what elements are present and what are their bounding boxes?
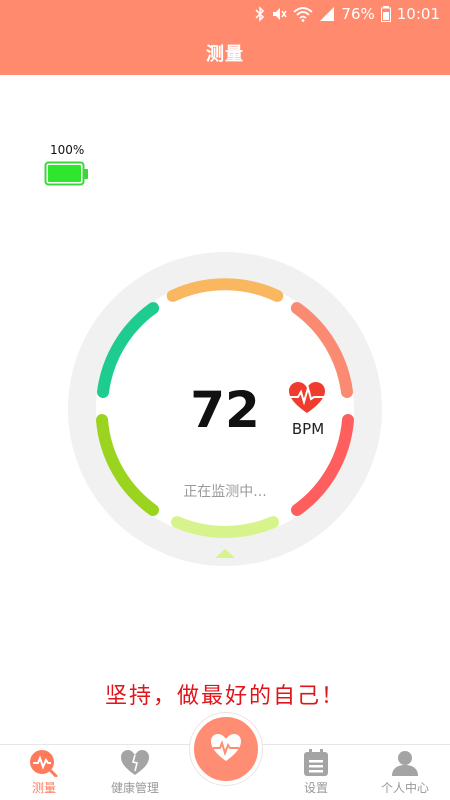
- mute-icon: [273, 8, 288, 20]
- bluetooth-icon: [255, 6, 265, 22]
- tab-settings[interactable]: 设置: [276, 745, 356, 800]
- battery-icon: [44, 161, 88, 186]
- status-time: 10:01: [396, 5, 440, 23]
- device-battery-label: 100%: [50, 143, 85, 157]
- motto-text: 坚持，做最好的自己！: [104, 684, 345, 709]
- wifi-icon: [293, 7, 314, 22]
- tab-measure[interactable]: 测量: [4, 745, 84, 800]
- phone-battery-icon: [380, 6, 391, 22]
- page-title: 测量: [206, 44, 244, 65]
- settings-icon: [304, 749, 328, 776]
- signal-icon: [320, 7, 335, 21]
- status-battery-percent: 76%: [341, 5, 375, 23]
- measure-icon: [30, 750, 58, 777]
- tab-profile[interactable]: 个人中心: [365, 745, 445, 800]
- heart-icon: [121, 750, 149, 775]
- device-battery: 100%: [44, 143, 94, 187]
- tab-profile-label: 个人中心: [380, 781, 429, 795]
- tab-measure-label: 测量: [31, 781, 56, 795]
- app-header: 76% 10:01 测量: [0, 0, 450, 75]
- tab-health[interactable]: 健康管理: [95, 745, 175, 800]
- start-measure-button[interactable]: [190, 713, 262, 785]
- heart-pulse-icon: [286, 382, 328, 413]
- bpm-unit: BPM: [291, 420, 325, 438]
- person-icon: [392, 751, 418, 776]
- heartbeat-icon: [211, 734, 241, 761]
- status-bar: 76% 10:01: [0, 0, 450, 28]
- tab-health-label: 健康管理: [110, 781, 159, 795]
- bpm-value: 72: [190, 381, 260, 439]
- tab-settings-label: 设置: [303, 781, 328, 795]
- monitor-status: 正在监测中...: [183, 484, 267, 500]
